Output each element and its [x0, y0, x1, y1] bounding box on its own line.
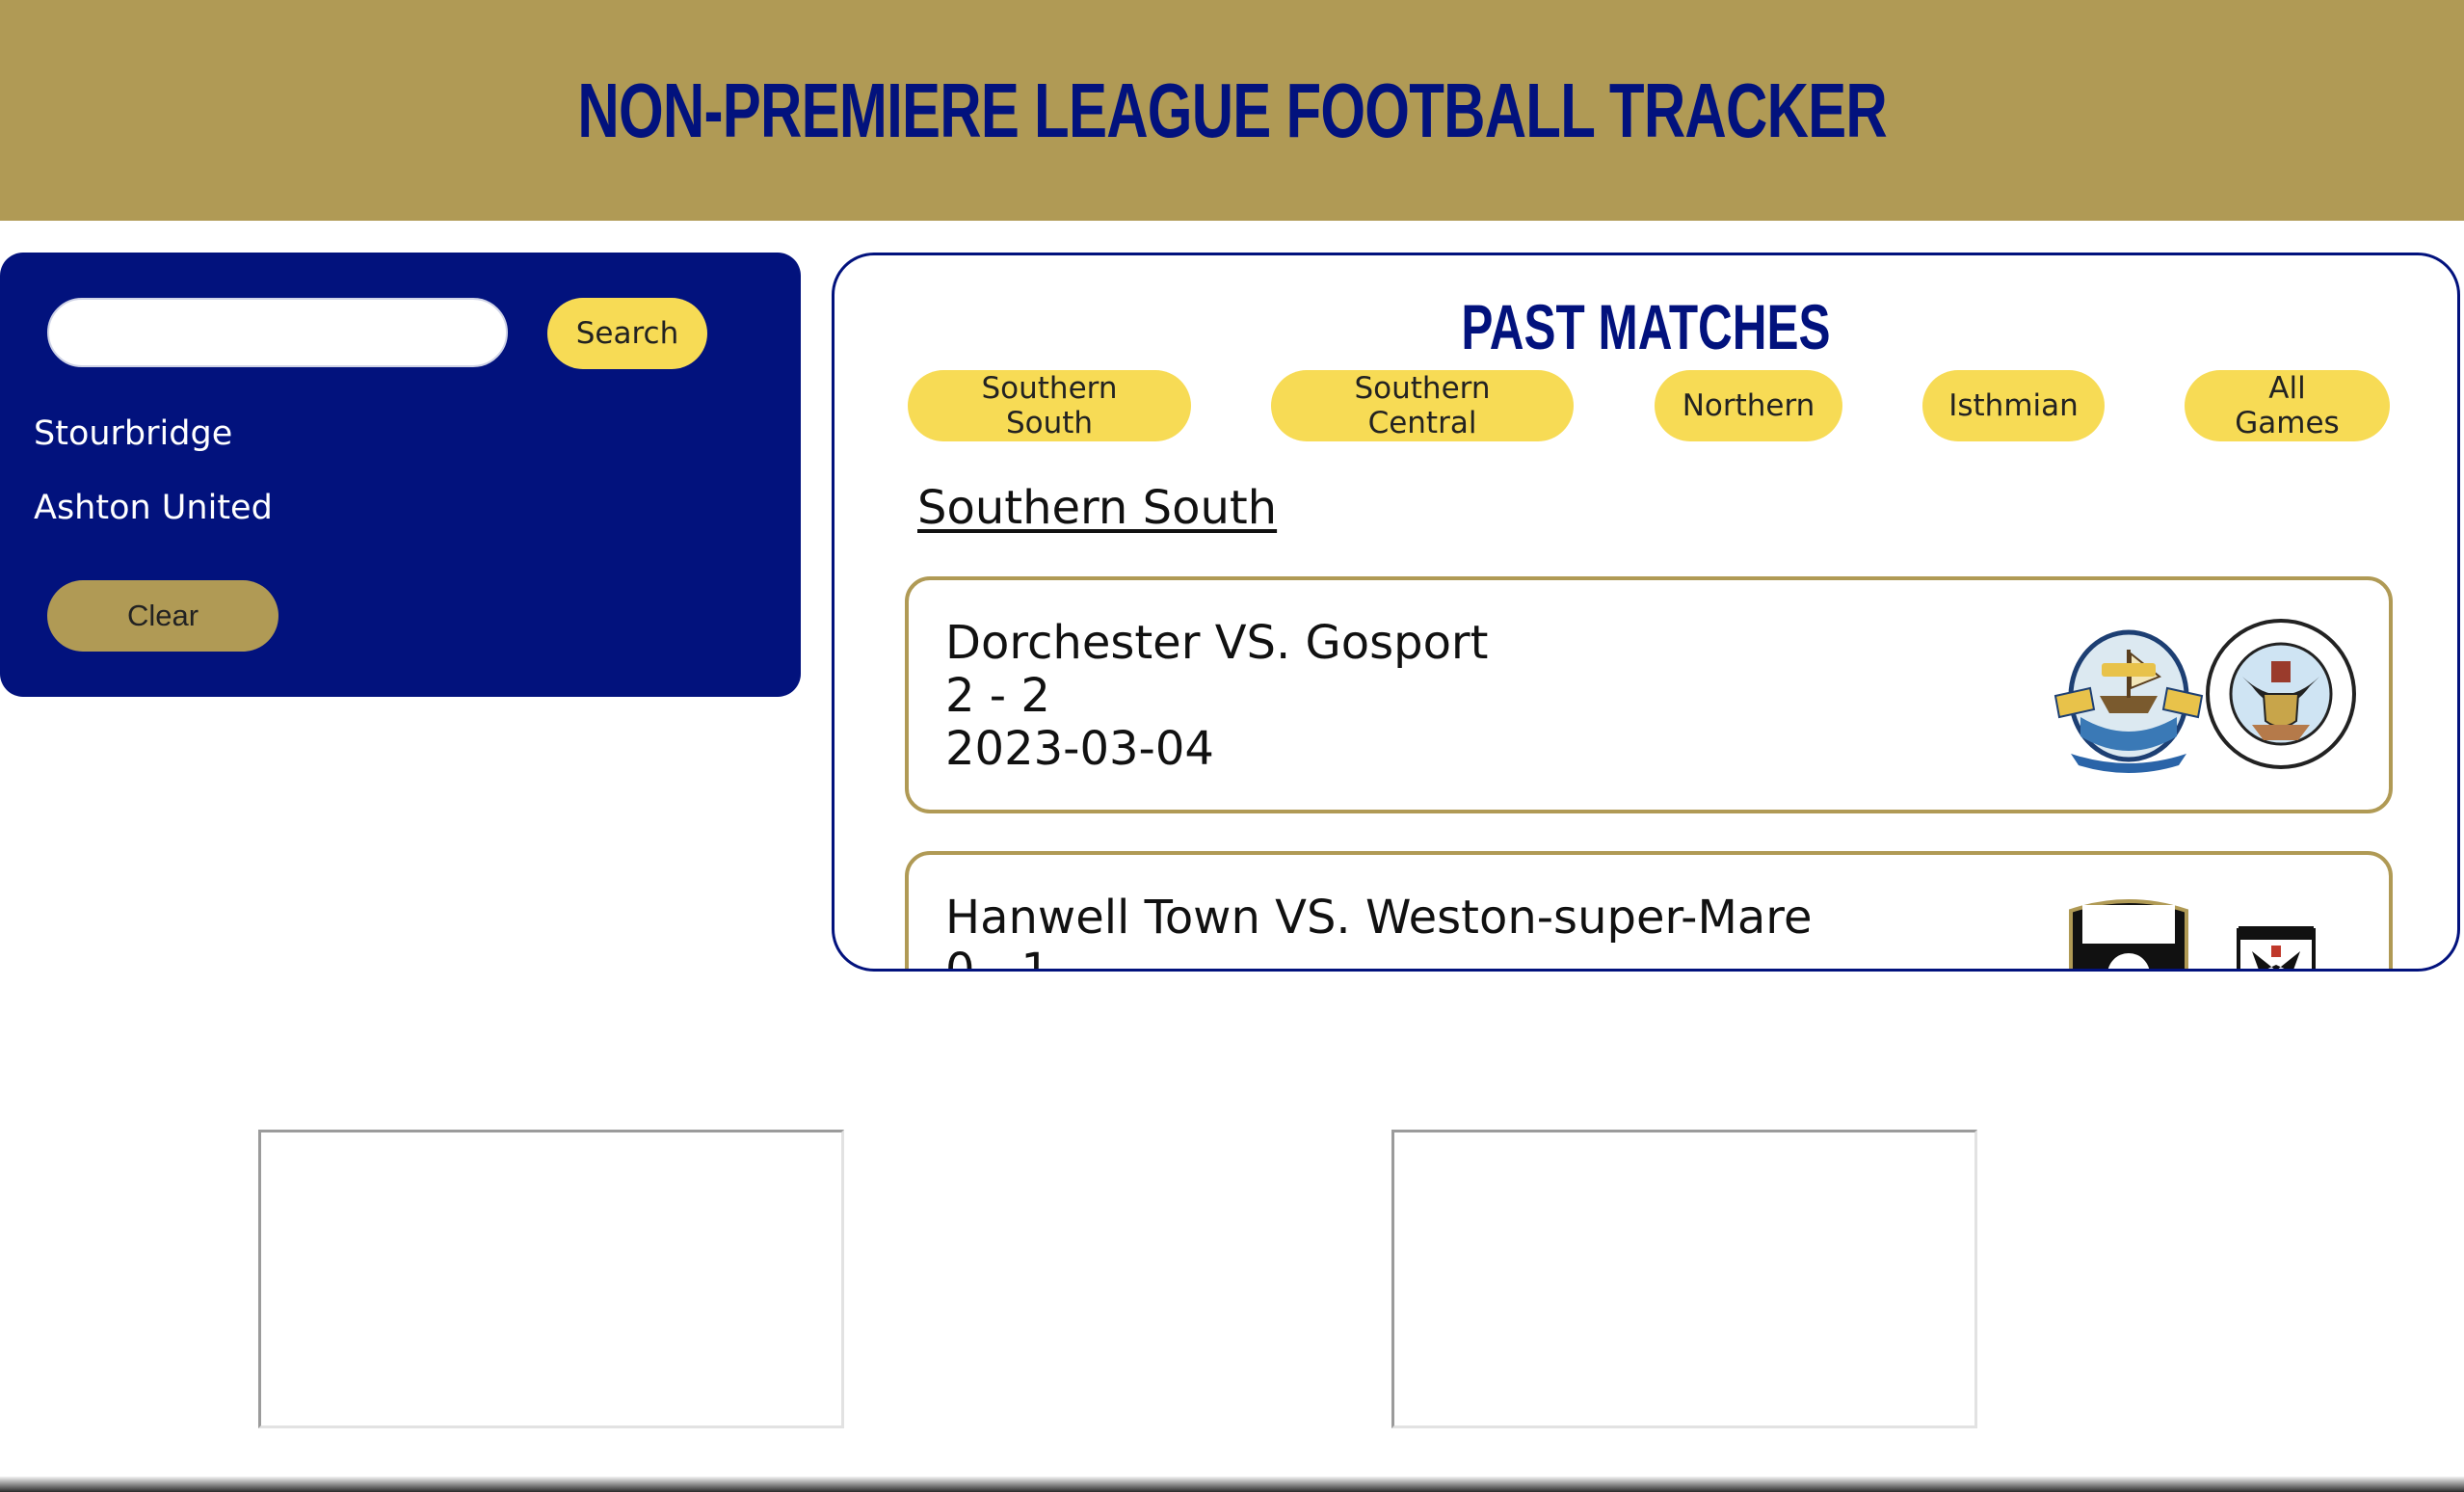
site-title: NON-PREMIERE LEAGUE FOOTBALL TRACKER: [577, 67, 1887, 153]
match-card[interactable]: Hanwell Town VS. Weston-super-Mare 0 - 1: [905, 851, 2393, 972]
filter-isthmian[interactable]: Isthmian: [1922, 370, 2105, 441]
match-score: 0 - 1: [945, 944, 1050, 972]
ad-frame[interactable]: [1391, 1130, 1977, 1428]
past-matches-panel[interactable]: PAST MATCHES Southern South Southern Cen…: [832, 253, 2460, 972]
clear-button[interactable]: Clear: [47, 580, 278, 652]
saved-team-ashton-united[interactable]: Ashton United: [34, 489, 273, 527]
dorchester-crest-icon: [2206, 619, 2356, 769]
match-card[interactable]: Dorchester VS. Gosport 2 - 2 2023-03-04: [905, 576, 2393, 813]
search-button[interactable]: Search: [547, 298, 707, 369]
filter-all-games[interactable]: All Games: [2185, 370, 2390, 441]
filter-northern[interactable]: Northern: [1655, 370, 1842, 441]
filter-southern-central[interactable]: Southern Central: [1271, 370, 1574, 441]
saved-team-stourbridge[interactable]: Stourbridge: [34, 414, 232, 453]
match-details: Dorchester VS. Gosport 2 - 2 2023-03-04: [945, 617, 1488, 776]
ad-frame[interactable]: [258, 1130, 844, 1428]
match-date: 2023-03-04: [945, 722, 1214, 776]
match-teams: Hanwell Town VS. Weston-super-Mare: [945, 891, 1813, 945]
gosport-crest-icon: [2053, 629, 2204, 773]
section-title: Southern South: [917, 481, 1278, 535]
weston-crest-icon: [2069, 899, 2188, 969]
match-teams: Dorchester VS. Gosport: [945, 616, 1489, 670]
site-header: NON-PREMIERE LEAGUE FOOTBALL TRACKER: [0, 0, 2464, 221]
search-sidebar: Search Stourbridge Ashton United Clear: [0, 253, 801, 697]
match-score: 2 - 2: [945, 669, 1050, 723]
filter-southern-south[interactable]: Southern South: [908, 370, 1191, 441]
match-details: Hanwell Town VS. Weston-super-Mare 0 - 1: [945, 891, 1813, 972]
panel-title: PAST MATCHES: [1461, 291, 1831, 362]
hanwell-crest-icon: [2237, 926, 2316, 969]
team-search-input[interactable]: [47, 298, 508, 367]
window-bottom-edge: [0, 1477, 2464, 1492]
